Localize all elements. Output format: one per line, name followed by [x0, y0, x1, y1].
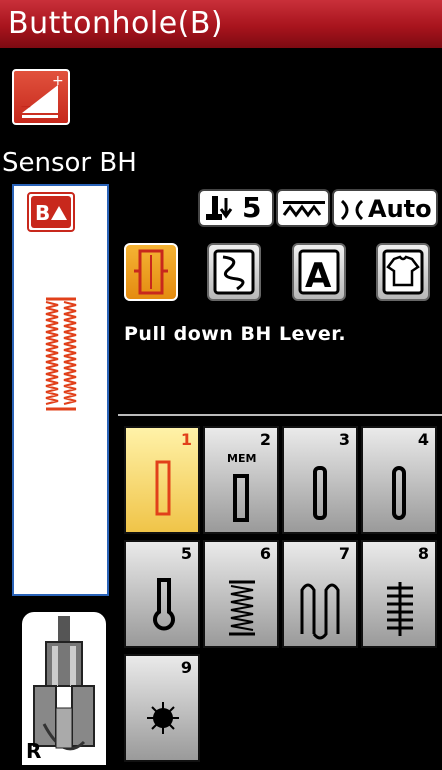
stitch-number: 7	[338, 544, 350, 563]
svg-text:+: +	[52, 73, 64, 89]
bh-mode-icon: B	[31, 196, 71, 228]
presser-foot-height-badge: 5	[198, 189, 274, 227]
status-message: Pull down BH Lever.	[124, 323, 347, 345]
garment-mode-button[interactable]	[376, 243, 430, 301]
letter-mode-button[interactable]: A	[292, 243, 346, 301]
stitch-cell-6[interactable]: 6	[203, 540, 279, 648]
svg-text:−: −	[20, 99, 32, 115]
divider	[118, 414, 442, 416]
buttonhole-mode-button[interactable]	[124, 243, 178, 301]
auto-tension-badge: Auto	[332, 189, 438, 227]
stitch-number: 2	[259, 430, 271, 449]
thread-tension-icon	[340, 199, 364, 221]
sensor-bh-label: Sensor BH	[2, 148, 137, 178]
stitch-number: 6	[259, 544, 271, 563]
feed-dog-badge	[276, 189, 330, 227]
stitch-number: 5	[180, 544, 192, 563]
stitch-number: 9	[180, 658, 192, 677]
stitch-number: 8	[417, 544, 429, 563]
stitch-number: 3	[338, 430, 350, 449]
stitch-adjust-button[interactable]: + −	[12, 69, 70, 125]
stitch-cell-3[interactable]: 3	[282, 426, 358, 534]
stitch-cell-8[interactable]: 8	[361, 540, 437, 648]
bh-mode-button[interactable]: B	[27, 192, 75, 232]
stitch-cell-7[interactable]: 7	[282, 540, 358, 648]
stitch-cell-4[interactable]: 4	[361, 426, 437, 534]
stitch-cell-2[interactable]: 2 MEM	[203, 426, 279, 534]
presser-foot-height-icon	[206, 196, 233, 220]
letter-a-icon: A	[298, 249, 340, 296]
auto-label: Auto	[368, 195, 432, 223]
foot-letter: R	[26, 739, 42, 763]
stitch-cell-9[interactable]: 9	[124, 654, 200, 762]
page-title: Buttonhole(B)	[8, 6, 224, 41]
stitch-number: 4	[417, 430, 429, 449]
foot-height-value: 5	[242, 191, 262, 224]
stitch-cell-5[interactable]: 5	[124, 540, 200, 648]
stitch-number: 1	[180, 430, 192, 449]
svg-text:B: B	[35, 201, 50, 225]
decorative-stitch-icon	[213, 249, 255, 295]
mem-label: MEM	[227, 452, 257, 465]
presser-foot-panel: R	[22, 612, 106, 765]
shirt-icon	[382, 249, 424, 295]
buttonhole-foot-icon	[134, 249, 168, 295]
decorative-stitch-button[interactable]	[207, 243, 261, 301]
stitch-cell-1[interactable]: 1	[124, 426, 200, 534]
feed-dog-icon	[282, 201, 325, 218]
svg-text:A: A	[305, 256, 332, 296]
buttonhole-preview-icon	[45, 297, 77, 411]
title-bar: Buttonhole(B)	[0, 0, 442, 48]
stitch-adjust-icon: + −	[20, 73, 64, 118]
